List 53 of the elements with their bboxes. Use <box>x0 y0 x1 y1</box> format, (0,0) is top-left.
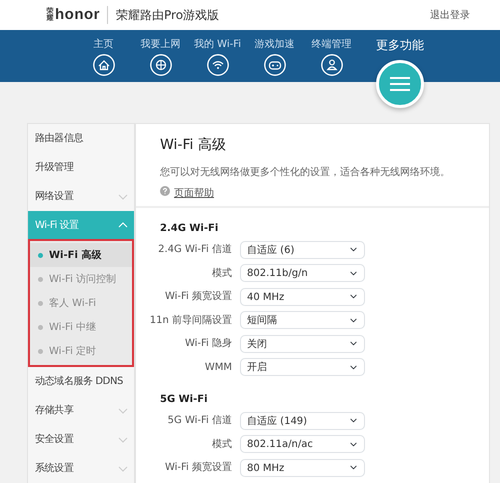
section-title: 2.4G Wi-Fi <box>159 222 220 236</box>
nav-label[interactable]: 游戏加速 <box>254 39 294 51</box>
page-description: 您可以对无线网络做更多个性化的设置，适合各种无线网络环境。 <box>160 166 451 180</box>
gamepad-icon[interactable] <box>264 54 286 76</box>
field-label: WMM <box>204 360 232 375</box>
select-field[interactable]: 802.11b/g/n <box>240 264 365 282</box>
nav-label[interactable]: 我要上网 <box>140 39 180 51</box>
bullet-icon <box>38 252 43 258</box>
field-label: Wi-Fi 隐身 <box>184 337 232 352</box>
field-label: 2.4G Wi-Fi 信道 <box>157 243 232 258</box>
menu-icon <box>389 76 411 92</box>
page-title: Wi-Fi 高级 <box>160 136 227 155</box>
select-field[interactable]: 40 MHz <box>240 288 365 306</box>
logout-link[interactable]: 退出登录 <box>430 8 470 22</box>
bullet-icon <box>38 300 43 306</box>
field-label: 11n 前导间隔设置 <box>148 314 232 328</box>
select-field[interactable]: 802.11a/n/ac <box>240 435 365 454</box>
submenu-item[interactable]: Wi-Fi 高级 <box>30 243 132 267</box>
field-label: 模式 <box>211 266 232 281</box>
person-icon[interactable] <box>320 54 342 76</box>
select-field[interactable]: 短间隔 <box>240 311 365 330</box>
sidebar-item[interactable]: 安全设置 <box>28 425 134 454</box>
wifi-icon[interactable] <box>206 54 228 76</box>
sidebar-item[interactable]: 存储共享 <box>28 396 134 425</box>
globe-icon[interactable] <box>150 54 172 76</box>
section-title: 5G Wi-Fi <box>159 393 209 407</box>
select-field[interactable]: 关闭 <box>240 334 365 353</box>
sidebar-item[interactable]: 路由器信息 <box>28 124 134 153</box>
select-field[interactable]: 自适应 (149) <box>240 412 365 430</box>
bullet-icon <box>38 276 43 282</box>
nav-label[interactable]: 终端管理 <box>312 39 352 51</box>
field-label: Wi-Fi 频宽设置 <box>164 460 232 476</box>
product-title: 荣耀路由Pro游戏版 <box>116 7 220 24</box>
nav-label[interactable]: 我的 Wi-Fi <box>194 39 242 51</box>
nav-label[interactable]: 主页 <box>94 39 114 51</box>
sidebar-item[interactable]: 系统设置 <box>28 454 134 483</box>
select-field[interactable]: 开启 <box>240 358 365 376</box>
menu-button[interactable] <box>376 60 424 108</box>
more-label[interactable]: 更多功能 <box>376 36 424 54</box>
help-icon <box>160 186 170 196</box>
sidebar-item[interactable]: 动态域名服务 DDNS <box>28 367 134 396</box>
select-field[interactable]: 80 MHz <box>240 458 365 477</box>
sidebar-item[interactable]: 网络设置 <box>28 182 134 211</box>
logo: honor <box>55 4 100 25</box>
field-label: Wi-Fi 频宽设置 <box>164 290 232 304</box>
bullet-icon <box>38 324 43 330</box>
bullet-icon <box>38 348 43 354</box>
sidebar-item[interactable]: 升级管理 <box>28 153 134 182</box>
field-label: 5G Wi-Fi 信道 <box>166 414 232 428</box>
help-link[interactable]: 页面帮助 <box>174 186 214 201</box>
select-field[interactable]: 自适应 (6) <box>240 240 365 259</box>
home-icon[interactable] <box>92 54 114 76</box>
field-label: 模式 <box>211 438 232 452</box>
